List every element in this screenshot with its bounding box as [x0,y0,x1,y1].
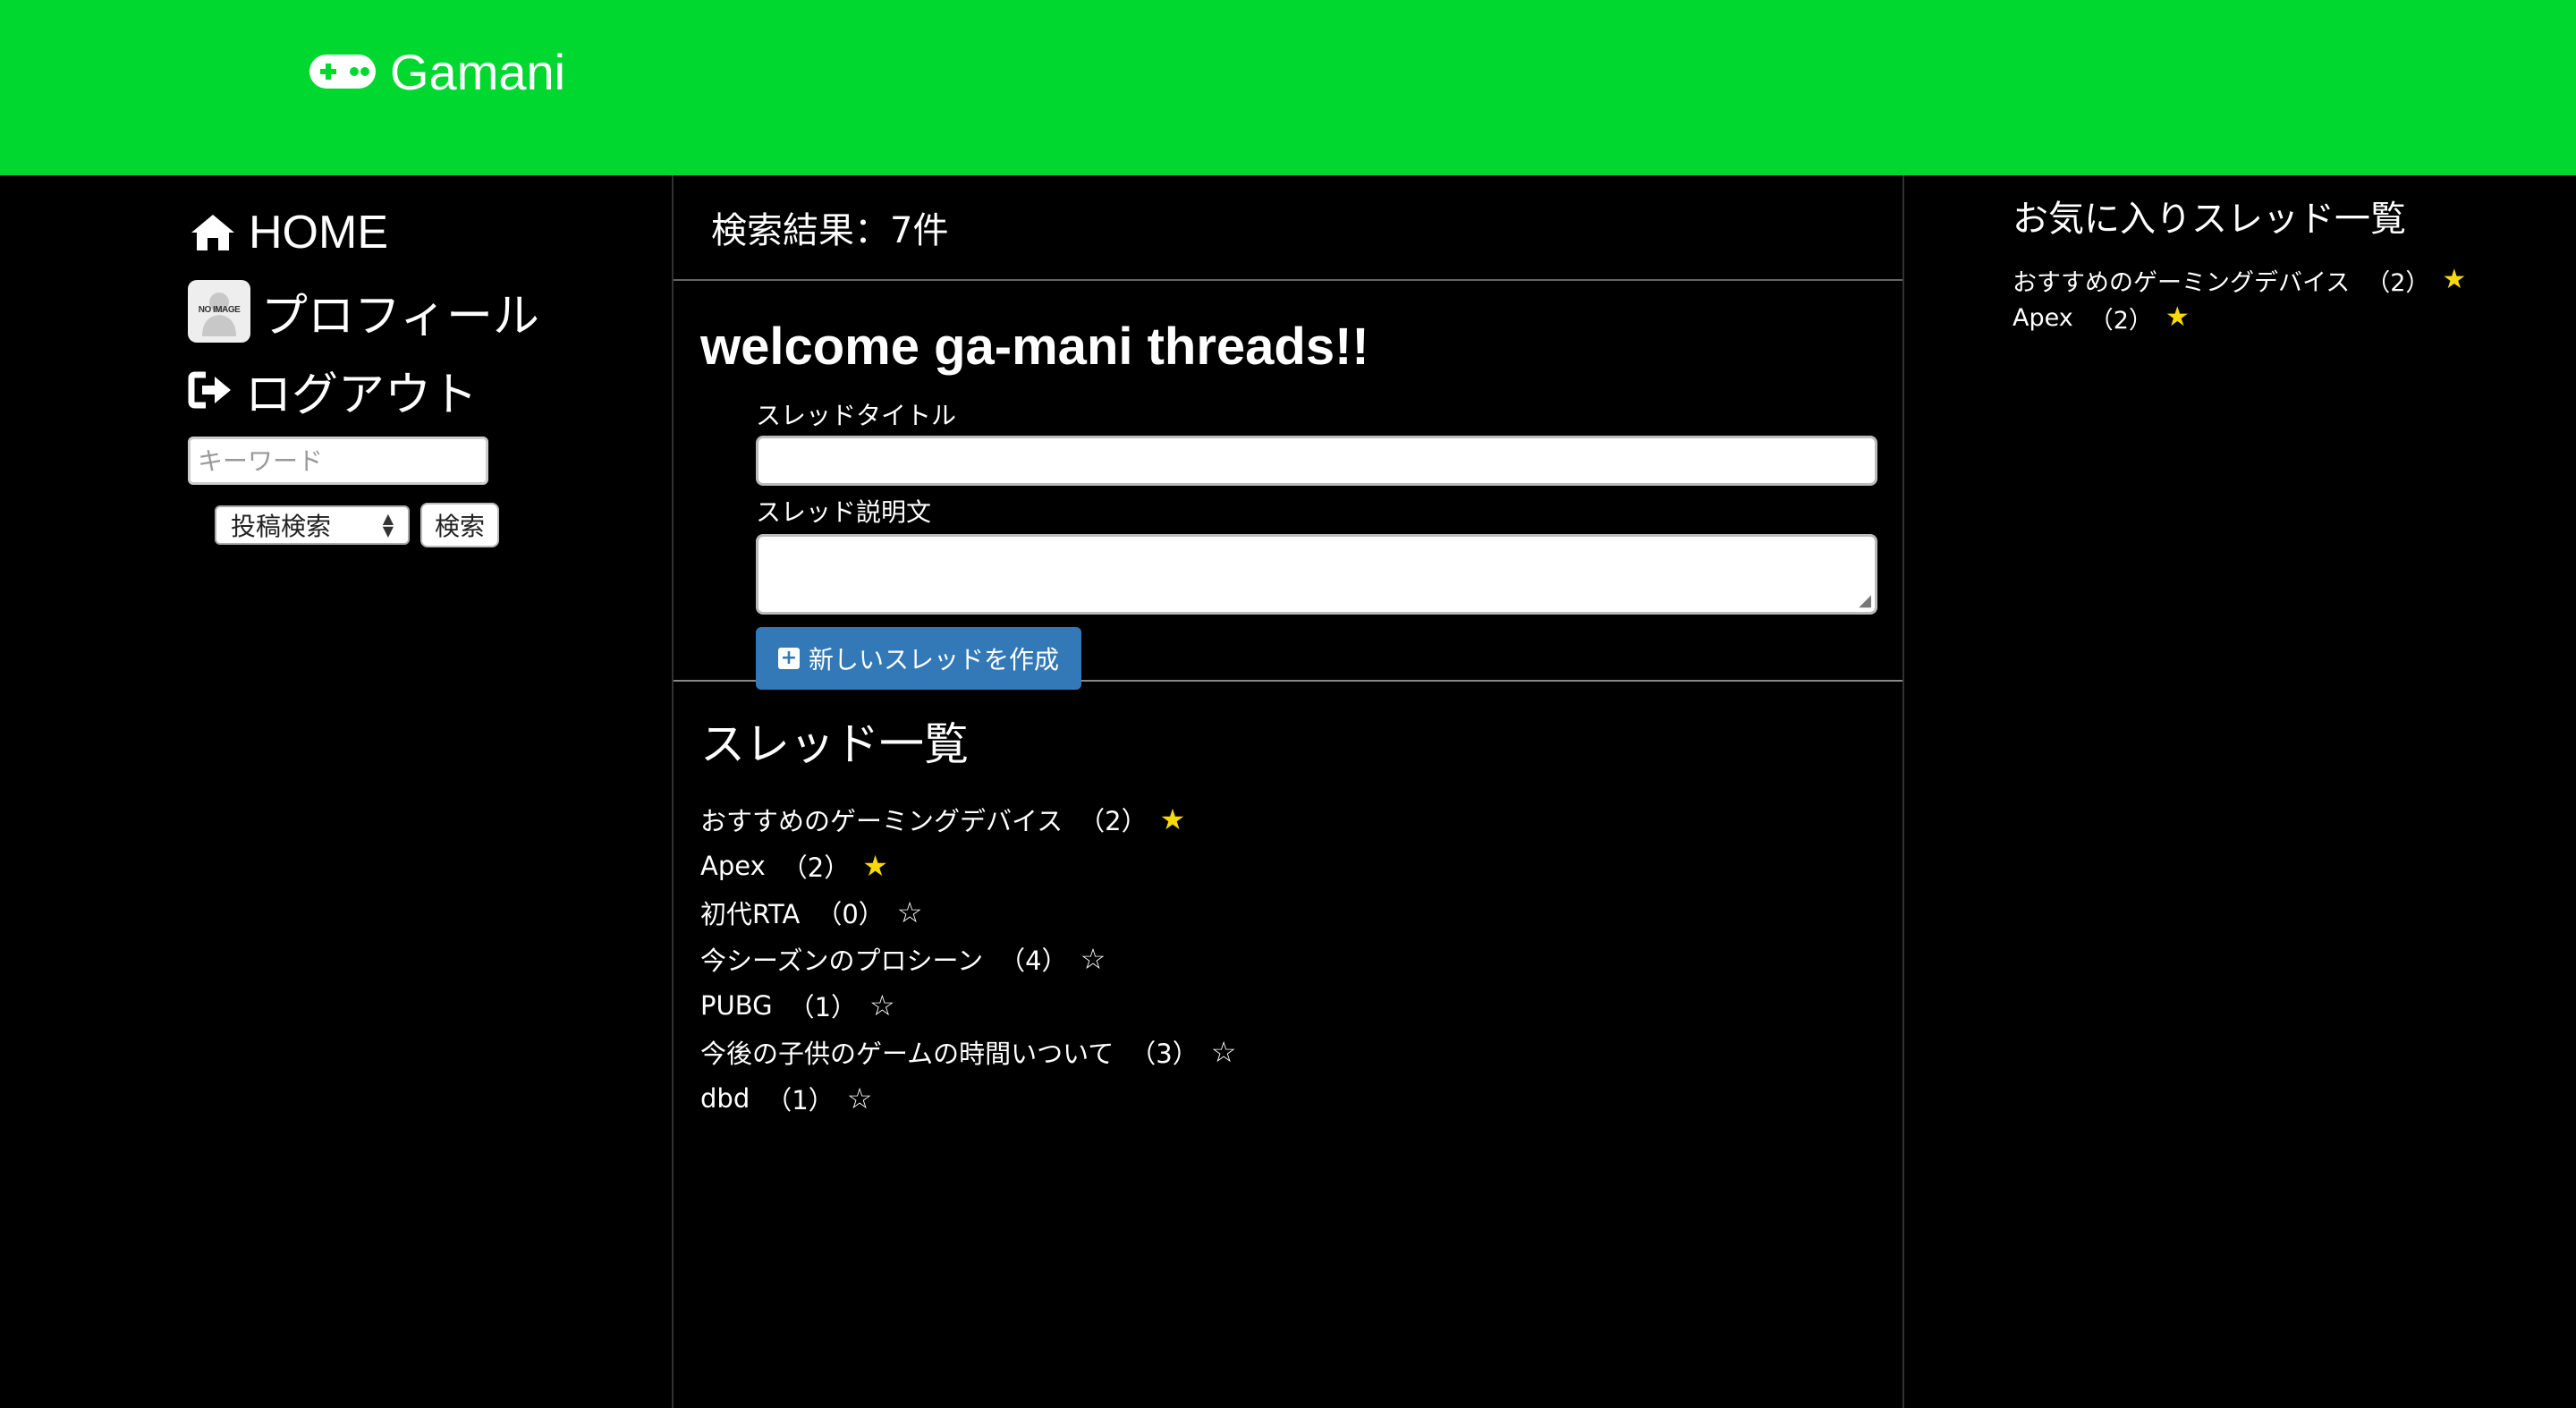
select-arrows-icon: ▲ ▼ [382,510,394,539]
avatar-label: NO IMAGE [198,305,241,315]
star-filled-icon[interactable]: ★ [862,852,888,880]
thread-title: おすすめのゲーミングデバイス [700,806,1063,836]
star-outline-icon[interactable]: ☆ [1080,945,1106,973]
favorite-title: Apex [2012,303,2073,332]
star-filled-icon[interactable]: ★ [2442,267,2466,293]
favorite-count: （2） [2089,306,2153,335]
search-type-value: 投稿検索 [231,512,332,541]
nav-logout[interactable]: ログアウト [188,354,653,426]
thread-desc-textarea[interactable]: ◢ [756,534,1877,615]
thread-count: （1） [788,992,858,1022]
thread-count: （3） [1130,1039,1199,1069]
nav-home-label: HOME [249,207,388,259]
thread-title: PUBG [700,990,773,1021]
gamepad-icon [309,55,376,89]
thread-count: （1） [766,1085,835,1115]
nav-logout-label: ログアウト [245,369,479,421]
favorite-title: おすすめのゲーミングデバイス [2012,268,2351,297]
favorite-count: （2） [2366,268,2430,297]
keyword-search-input[interactable] [188,437,488,485]
thread-list-heading: スレッド一覧 [700,718,969,770]
new-thread-form: welcome ga-mani threads!! スレッドタイトル スレッド説… [674,281,1902,690]
star-outline-icon[interactable]: ☆ [1211,1038,1237,1066]
thread-count: （0） [816,899,885,929]
favorite-item[interactable]: Apex （2） ★ [2012,299,2549,336]
logout-icon [188,371,231,409]
thread-title: 初代RTA [700,899,801,929]
create-thread-button[interactable]: + 新しいスレッドを作成 [756,627,1081,690]
thread-count: （4） [999,946,1068,976]
thread-item[interactable]: 今後の子供のゲームの時間いついて （3） ☆ [700,1029,1876,1075]
thread-item[interactable]: おすすめのゲーミングデバイス （2） ★ [700,796,1876,843]
star-filled-icon[interactable]: ★ [1160,805,1186,834]
thread-list: おすすめのゲーミングデバイス （2） ★ Apex （2） ★ 初代RTA （0… [700,796,1876,1122]
thread-item[interactable]: dbd （1） ☆ [700,1075,1876,1122]
thread-title: 今シーズンのプロシーン [700,946,984,976]
favorite-item[interactable]: おすすめのゲーミングデバイス （2） ★ [2012,261,2549,299]
star-outline-icon[interactable]: ☆ [847,1084,873,1113]
nav-profile-label: プロフィール [261,290,539,343]
favorites-sidebar: お気に入りスレッド一覧 おすすめのゲーミングデバイス （2） ★ Apex （2… [2012,190,2549,336]
avatar: NO IMAGE [188,280,250,343]
thread-desc-label: スレッド説明文 [756,497,932,527]
resize-grip-icon[interactable]: ◢ [1859,591,1871,610]
favorites-heading: お気に入りスレッド一覧 [2012,199,2406,240]
thread-item[interactable]: PUBG （1） ☆ [700,982,1876,1029]
thread-title: Apex [700,851,766,881]
thread-title-input[interactable] [756,436,1877,486]
star-filled-icon[interactable]: ★ [2165,304,2190,331]
welcome-heading: welcome ga-mani threads!! [700,318,1369,376]
brand-logo[interactable]: Gamani [308,39,565,104]
nav-home[interactable]: HOME [188,197,653,268]
nav-profile[interactable]: NO IMAGE プロフィール [188,276,653,347]
search-results-count: 検索結果：7件 [674,175,1902,281]
brand-name: Gamani [390,43,566,100]
left-nav: HOME NO IMAGE プロフィール ログアウト 投稿検索 ▲▼ 検索 [188,197,653,547]
thread-list-section: スレッド一覧 おすすめのゲーミングデバイス （2） ★ Apex （2） ★ 初… [674,682,1902,1122]
thread-item[interactable]: Apex （2） ★ [700,843,1876,889]
thread-count: （2） [781,852,851,883]
thread-title: dbd [700,1083,750,1114]
star-outline-icon[interactable]: ☆ [897,898,923,927]
thread-item[interactable]: 初代RTA （0） ☆ [700,889,1876,936]
top-header: Gamani [0,0,2576,175]
thread-item[interactable]: 今シーズンのプロシーン （4） ☆ [700,936,1876,982]
thread-title: 今後の子供のゲームの時間いついて [700,1039,1114,1069]
plus-square-icon: + [777,648,800,669]
search-button[interactable]: 検索 [420,503,500,547]
main-column: 検索結果：7件 welcome ga-mani threads!! スレッドタイ… [672,175,1904,1408]
search-controls: 投稿検索 ▲ ▼ 検索 [215,503,653,547]
thread-title-label: スレッドタイトル [756,401,957,430]
star-outline-icon[interactable]: ☆ [869,991,895,1020]
home-icon [191,215,234,250]
search-type-select[interactable]: 投稿検索 ▲ ▼ [215,505,410,545]
create-thread-label: 新しいスレッドを作成 [808,645,1059,674]
thread-count: （2） [1079,806,1148,836]
